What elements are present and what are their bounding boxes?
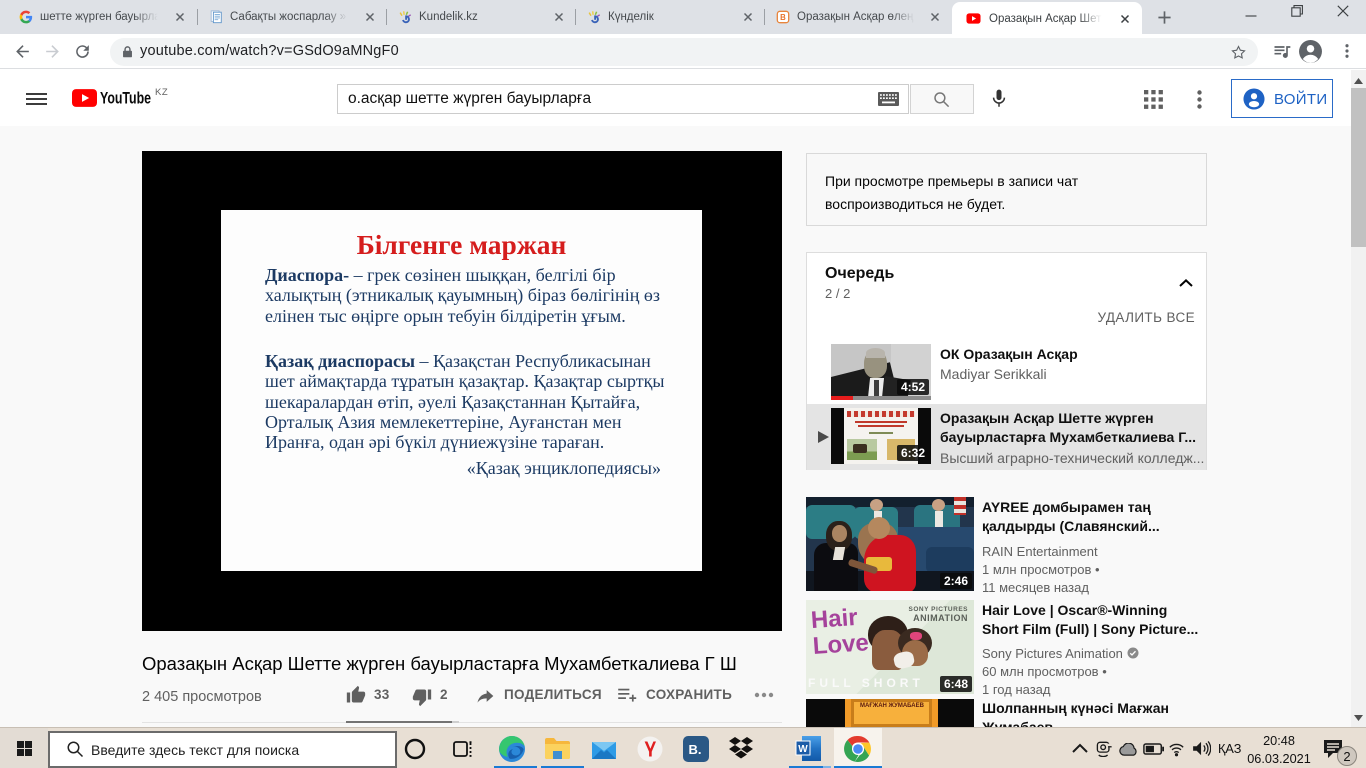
svg-text:YouTube: YouTube xyxy=(100,90,151,108)
svg-text:B.: B. xyxy=(689,742,702,757)
svg-text:W: W xyxy=(798,744,808,755)
svg-text:B: B xyxy=(780,13,786,22)
